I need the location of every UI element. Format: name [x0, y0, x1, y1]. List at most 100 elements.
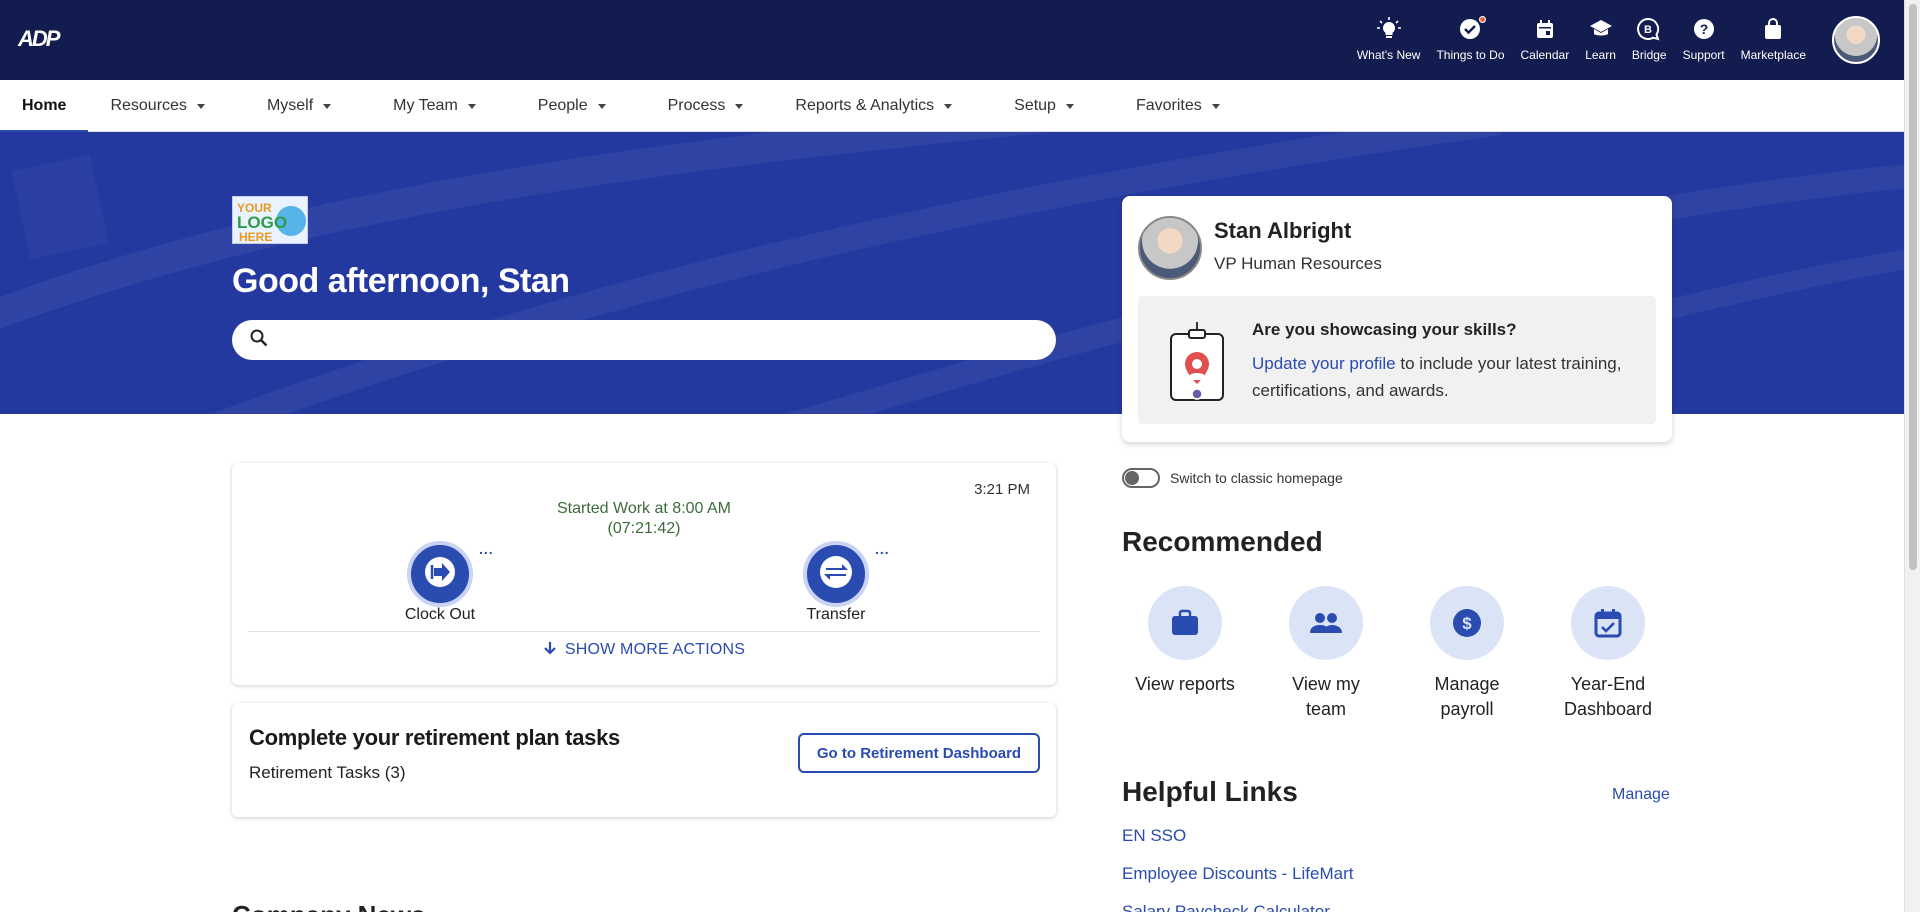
nav-reports-analytics[interactable]: Reports & Analytics: [765, 80, 974, 132]
top-actions: What's New Things to Do Calendar Learn B: [1349, 14, 1814, 62]
whats-new-label: What's New: [1356, 48, 1421, 62]
people-icon: [1289, 586, 1363, 660]
search-input[interactable]: [280, 322, 1056, 358]
caret-down-icon: [597, 103, 606, 109]
caret-down-icon: [323, 103, 332, 109]
current-time: 3:21 PM: [974, 481, 1030, 498]
company-logo: YOUR LOGO HERE: [232, 196, 308, 244]
company-news-heading: Company News: [232, 900, 426, 912]
classic-homepage-label: Switch to classic homepage: [1170, 470, 1343, 486]
manage-links-button[interactable]: Manage: [1612, 786, 1670, 804]
support-label: Support: [1682, 48, 1725, 62]
calendar-button[interactable]: Calendar: [1513, 14, 1578, 62]
svg-text:B: B: [1644, 24, 1652, 36]
whats-new-button[interactable]: What's New: [1349, 14, 1429, 62]
calendar-label: Calendar: [1520, 48, 1570, 62]
bridge-icon: B: [1636, 14, 1662, 44]
nav-process[interactable]: Process: [628, 80, 766, 132]
profile-job-title: VP Human Resources: [1214, 254, 1382, 273]
marketplace-button[interactable]: Marketplace: [1733, 14, 1814, 62]
elapsed-time: (07:21:42): [607, 520, 681, 537]
caret-down-icon: [735, 103, 744, 109]
retirement-tasks[interactable]: Retirement Tasks (3): [249, 763, 406, 783]
helpful-links-heading: Helpful Links: [1122, 776, 1298, 807]
divider: [248, 631, 1040, 632]
nav-favorites[interactable]: Favorites: [1096, 80, 1242, 132]
nav-favorites-label: Favorites: [1135, 97, 1202, 114]
caret-down-icon: [196, 103, 205, 109]
view-reports-tile[interactable]: View reports: [1120, 586, 1250, 697]
view-my-team-tile[interactable]: View my team: [1261, 586, 1391, 722]
recommended-heading: Recommended: [1122, 526, 1323, 557]
helpful-link-salary-calculator[interactable]: Salary Paycheck Calculator: [1122, 902, 1330, 912]
bridge-button[interactable]: B Bridge: [1624, 14, 1675, 62]
year-end-dashboard-tile[interactable]: Year-End Dashboard: [1543, 586, 1673, 722]
profile-avatar[interactable]: [1138, 216, 1202, 280]
search-icon: [250, 329, 268, 352]
nav-setup-label: Setup: [1014, 97, 1056, 114]
notification-dot: [1479, 16, 1487, 23]
calendar-icon: [1535, 14, 1555, 44]
retirement-card: Complete your retirement plan tasks Reti…: [232, 703, 1056, 817]
arrow-down-icon: [543, 641, 565, 658]
view-my-team-label: View my team: [1292, 674, 1360, 719]
clock-out-button[interactable]: [407, 541, 473, 607]
clock-out-label: Clock Out: [404, 606, 476, 623]
greeting-heading: Good afternoon, Stan: [232, 262, 570, 300]
classic-homepage-toggle[interactable]: [1122, 468, 1160, 488]
nav-people[interactable]: People: [498, 80, 628, 132]
skills-description: Update your profile to include your late…: [1252, 350, 1642, 404]
nav-reports-label: Reports & Analytics: [795, 97, 935, 114]
retirement-title: Complete your retirement plan tasks: [249, 725, 620, 750]
adp-logo[interactable]: ADP: [18, 26, 60, 52]
started-work-text: Started Work at 8:00 AM: [556, 500, 731, 517]
scrollbar-thumb[interactable]: [1909, 4, 1917, 570]
things-to-do-label: Things to Do: [1436, 48, 1505, 62]
nav-process-label: Process: [667, 97, 726, 114]
dollar-icon: $: [1430, 586, 1504, 660]
caret-down-icon: [1211, 103, 1220, 109]
caret-down-icon: [467, 103, 476, 109]
helpful-link-lifemart[interactable]: Employee Discounts - LifeMart: [1122, 864, 1353, 884]
profile-card: Stan Albright VP Human Resources Are you…: [1122, 196, 1672, 442]
transfer-more-menu[interactable]: ...: [875, 541, 890, 557]
helpful-link-en-sso[interactable]: EN SSO: [1122, 826, 1186, 846]
learn-button[interactable]: Learn: [1577, 14, 1624, 62]
nav-resources[interactable]: Resources: [88, 80, 226, 132]
help-icon: ?: [1693, 14, 1715, 44]
nav-resources-label: Resources: [110, 97, 187, 114]
show-more-actions-button[interactable]: SHOW MORE ACTIONS: [232, 641, 1056, 659]
bridge-label: Bridge: [1631, 48, 1667, 62]
caret-down-icon: [1065, 103, 1074, 109]
manage-payroll-tile[interactable]: $ Manage payroll: [1402, 586, 1532, 722]
nav-people-label: People: [537, 97, 588, 114]
retirement-dashboard-button[interactable]: Go to Retirement Dashboard: [798, 733, 1040, 773]
briefcase-icon: [1148, 586, 1222, 660]
nav-myself[interactable]: Myself: [227, 80, 353, 132]
id-badge-icon: [1168, 322, 1226, 402]
user-avatar[interactable]: [1832, 16, 1880, 64]
calendar-check-icon: [1571, 586, 1645, 660]
main-nav: Home Resources Myself My Team People Pro…: [0, 80, 1904, 133]
marketplace-label: Marketplace: [1740, 48, 1806, 62]
manage-payroll-label: Manage payroll: [1434, 674, 1500, 719]
timecard-widget: 3:21 PM Started Work at 8:00 AM (07:21:4…: [232, 463, 1056, 685]
transfer-button[interactable]: [803, 541, 869, 607]
logo-line-3: HERE: [239, 230, 272, 244]
nav-my-team-label: My Team: [393, 97, 458, 114]
page-scrollbar[interactable]: [1904, 0, 1920, 912]
show-more-label: SHOW MORE ACTIONS: [564, 641, 746, 658]
caret-down-icon: [944, 103, 953, 109]
year-end-dashboard-label: Year-End Dashboard: [1563, 674, 1653, 719]
things-to-do-button[interactable]: Things to Do: [1428, 14, 1512, 62]
lightbulb-icon: [1376, 14, 1401, 44]
nav-setup[interactable]: Setup: [974, 80, 1096, 132]
profile-name[interactable]: Stan Albright: [1214, 218, 1351, 244]
nav-my-team[interactable]: My Team: [353, 80, 498, 132]
clock-out-more-menu[interactable]: ...: [479, 541, 494, 557]
update-profile-link[interactable]: Update your profile: [1252, 354, 1396, 373]
support-button[interactable]: ? Support: [1675, 14, 1733, 62]
clock-out-icon: [423, 555, 457, 594]
skills-prompt: Are you showcasing your skills? Update y…: [1138, 296, 1656, 424]
nav-home[interactable]: Home: [0, 80, 89, 133]
